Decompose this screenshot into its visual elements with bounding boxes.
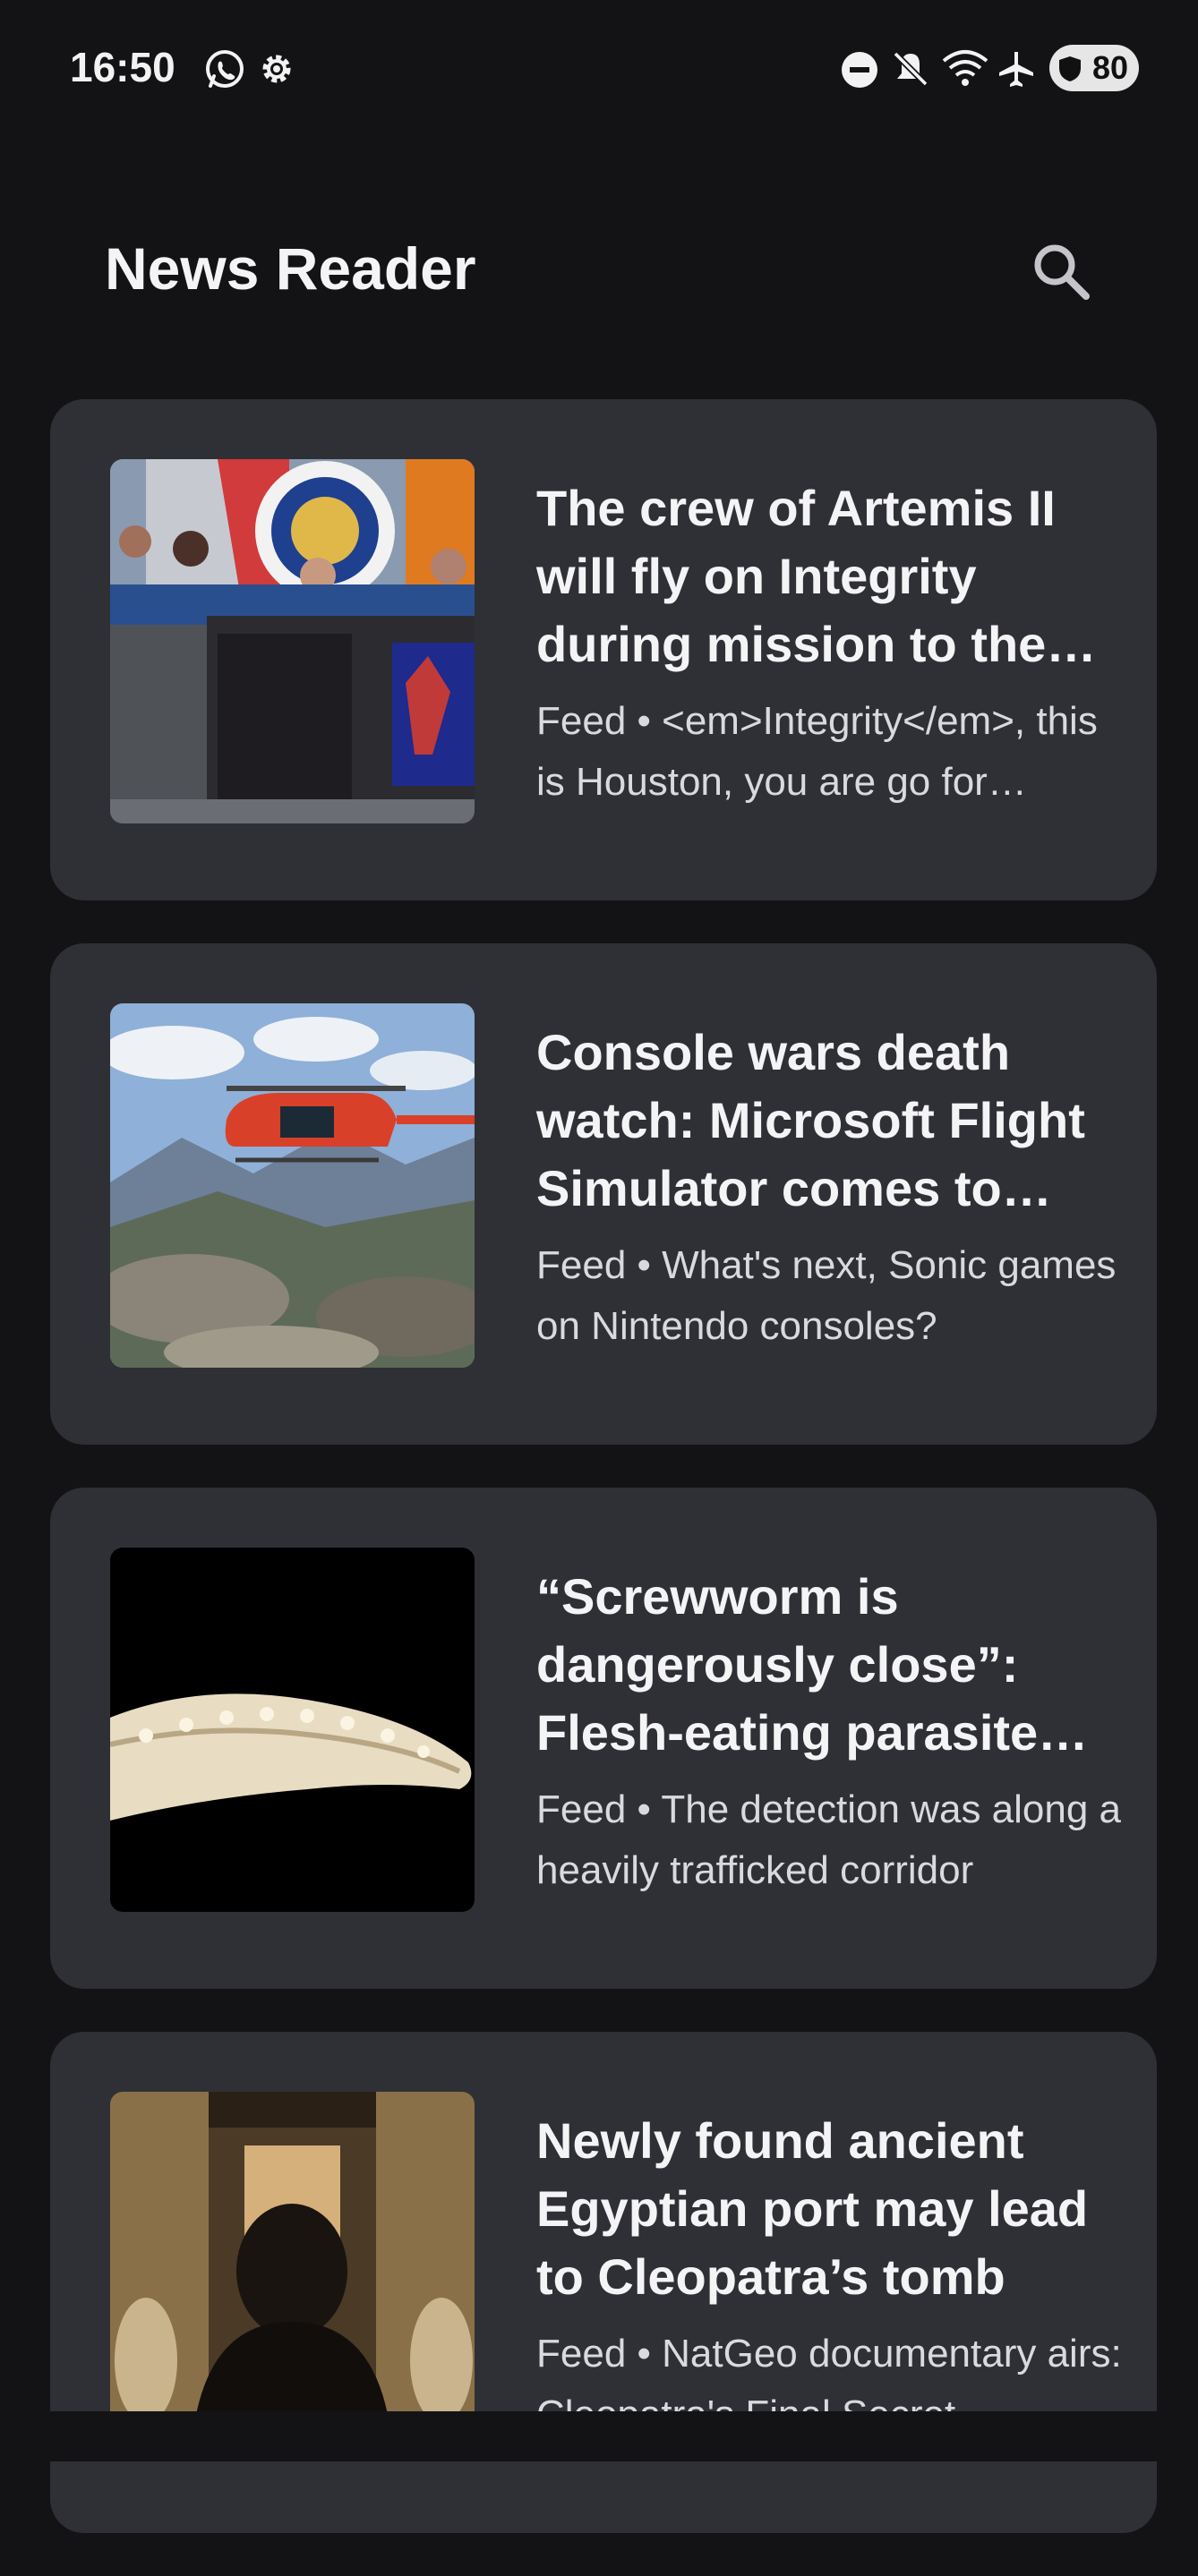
article-summary: Feed • What's next, Sonic games on Ninte… xyxy=(536,1243,1117,1348)
wifi-6-icon xyxy=(940,47,990,94)
article-text: The crew of Artemis II will fly on Integ… xyxy=(536,474,1127,813)
whatsapp-icon xyxy=(202,47,247,96)
search-icon xyxy=(1029,239,1093,308)
article-title: Console wars death watch: Microsoft Flig… xyxy=(536,1024,1085,1216)
article-thumbnail xyxy=(110,2092,475,2456)
battery-level: 80 xyxy=(1091,49,1128,86)
article-summary: Feed • The detection was along a heavily… xyxy=(536,1787,1122,1892)
battery-indicator: 80 xyxy=(1049,45,1139,91)
battery-saver-icon xyxy=(1057,54,1083,91)
page-title: News Reader xyxy=(105,235,476,302)
article-list: The crew of Artemis II will fly on Integ… xyxy=(50,399,1157,2576)
status-bar: 16:50 80 xyxy=(0,0,1198,134)
article-card[interactable]: Console wars death watch: Microsoft Flig… xyxy=(50,943,1157,1445)
mute-icon xyxy=(890,48,931,94)
article-thumbnail xyxy=(110,1003,475,1368)
article-card[interactable]: The crew of Artemis II will fly on Integ… xyxy=(50,399,1157,900)
status-time: 16:50 xyxy=(70,44,175,90)
article-card[interactable]: “Screwworm is dangerously close”: Flesh-… xyxy=(50,1488,1157,1989)
article-text: Console wars death watch: Microsoft Flig… xyxy=(536,1019,1127,1357)
settings-gear-icon xyxy=(256,48,297,94)
airplane-mode-icon xyxy=(996,48,1037,94)
article-summary: Feed • <em>Integrity</em>, this is Houst… xyxy=(536,699,1098,804)
article-text: “Screwworm is dangerously close”: Flesh-… xyxy=(536,1563,1127,1901)
bottom-edge xyxy=(0,2411,1198,2461)
article-thumbnail xyxy=(110,459,475,823)
article-text: Newly found ancient Egyptian port may le… xyxy=(536,2107,1127,2445)
search-button[interactable] xyxy=(1021,233,1101,313)
article-title: Newly found ancient Egyptian port may le… xyxy=(536,2112,1089,2305)
do-not-disturb-icon xyxy=(840,50,879,94)
article-title: “Screwworm is dangerously close”: Flesh-… xyxy=(536,1568,1039,1761)
article-thumbnail xyxy=(110,1548,475,1912)
article-title: The crew of Artemis II will fly on Integ… xyxy=(536,480,1056,672)
